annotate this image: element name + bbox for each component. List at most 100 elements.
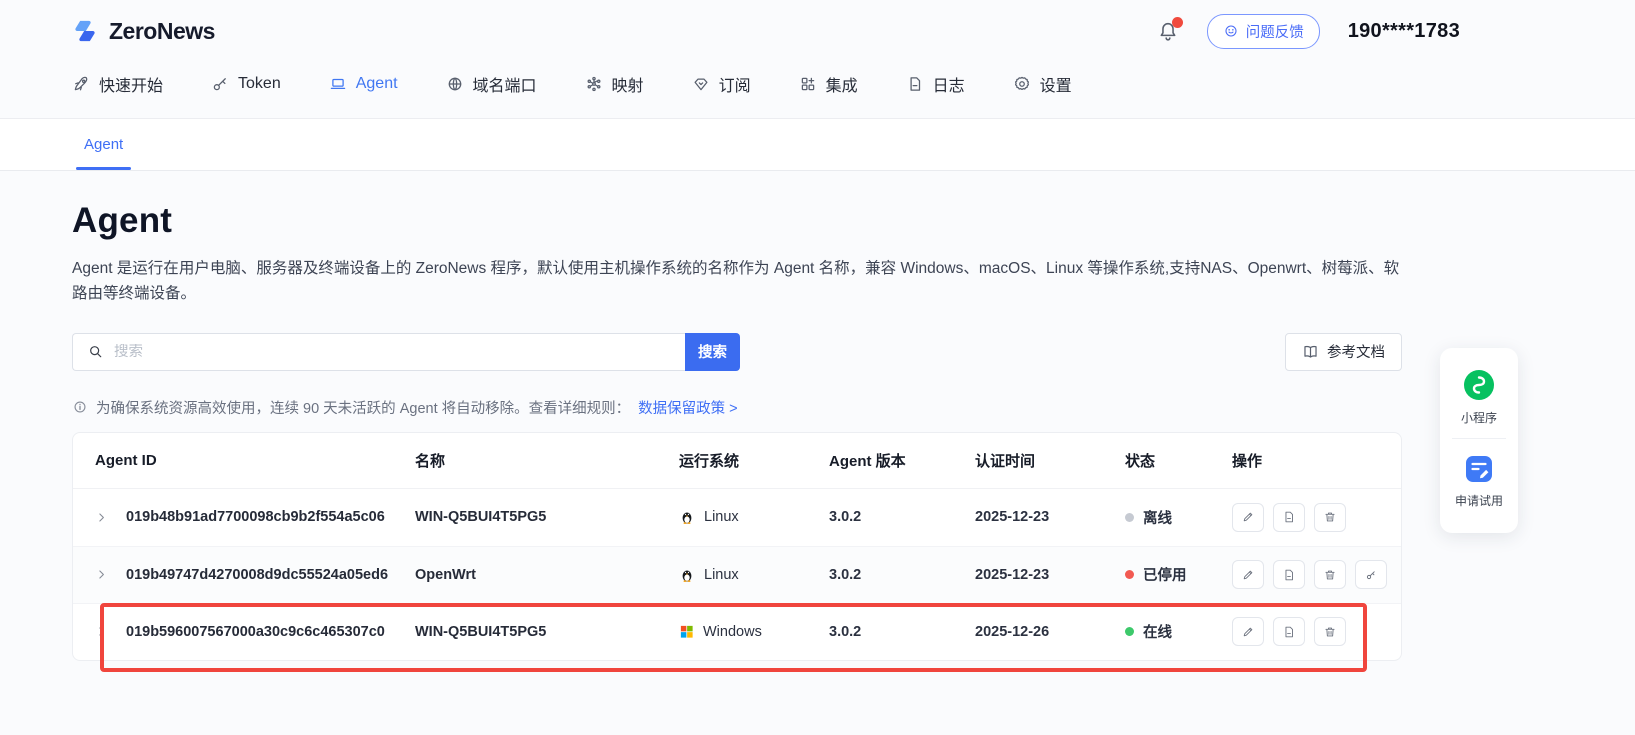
auth-time: 2025-12-23 — [975, 509, 1125, 525]
subtab-label: Agent — [84, 136, 123, 153]
nav-item-subscription[interactable]: 订阅 — [692, 72, 751, 96]
expand-chevron-icon[interactable] — [95, 568, 108, 581]
nav-item-mapping[interactable]: 映射 — [585, 72, 644, 96]
subtab-strip: Agent — [0, 118, 1635, 171]
nav-label: 域名端口 — [473, 72, 537, 96]
table-row: 019b596007567000a30c9c6c465307c0 WIN-Q5B… — [73, 603, 1401, 660]
linux-icon — [679, 509, 695, 525]
account-phone[interactable]: 190****1783 — [1348, 20, 1460, 43]
edit-button[interactable] — [1232, 560, 1264, 589]
nav-item-logs[interactable]: 日志 — [906, 72, 965, 96]
key-square-icon — [1364, 568, 1378, 582]
notification-badge — [1172, 17, 1183, 28]
smiley-icon — [1223, 23, 1239, 39]
page-content: Agent Agent 是运行在用户电脑、服务器及终端设备上的 ZeroNews… — [0, 171, 1402, 661]
file-icon — [1282, 625, 1296, 639]
floating-side-panel: 小程序 申请试用 — [1440, 348, 1518, 533]
pencil-icon — [1241, 568, 1255, 582]
credential-button[interactable] — [1355, 560, 1387, 589]
auth-time: 2025-12-23 — [975, 567, 1125, 583]
feedback-button[interactable]: 问题反馈 — [1207, 14, 1320, 49]
main-nav: 快速开始 Token Agent 域名端口 映射 订阅 集成 日志 设置 — [0, 62, 1635, 118]
page-description: Agent 是运行在用户电脑、服务器及终端设备上的 ZeroNews 程序，默认… — [72, 257, 1402, 307]
log-button[interactable] — [1273, 617, 1305, 646]
edit-button[interactable] — [1232, 503, 1264, 532]
auth-time: 2025-12-26 — [975, 624, 1125, 640]
search-box — [72, 333, 685, 371]
integration-icon — [799, 75, 817, 93]
windows-icon — [679, 624, 694, 639]
rocket-icon — [72, 75, 90, 93]
nav-item-token[interactable]: Token — [211, 75, 281, 93]
os-label: Windows — [703, 624, 762, 640]
log-button[interactable] — [1273, 503, 1305, 532]
subtab-agent[interactable]: Agent — [80, 119, 127, 170]
search-icon — [87, 343, 104, 360]
brand-name: ZeroNews — [109, 18, 215, 45]
gem-icon — [692, 75, 710, 93]
status-label: 已停用 — [1143, 564, 1187, 585]
retention-policy-link[interactable]: 数据保留政策 > — [638, 397, 738, 418]
status-dot — [1125, 513, 1134, 522]
log-file-icon — [906, 75, 924, 93]
nav-label: 设置 — [1040, 72, 1072, 96]
delete-button[interactable] — [1314, 560, 1346, 589]
nav-label: Agent — [356, 75, 398, 93]
search-button[interactable]: 搜索 — [685, 333, 740, 371]
notification-bell-icon[interactable] — [1157, 20, 1179, 42]
brand-logo[interactable]: ZeroNews — [70, 16, 215, 46]
expand-chevron-icon[interactable] — [95, 511, 108, 524]
laptop-icon — [329, 75, 347, 93]
gear-icon — [1013, 75, 1031, 93]
log-button[interactable] — [1273, 560, 1305, 589]
agent-id: 019b49747d4270008d9dc55524a05ed6 — [126, 567, 388, 583]
retention-notice: 为确保系统资源高效使用，连续 90 天未活跃的 Agent 将自动移除。查看详细… — [72, 397, 1402, 418]
trial-icon — [1463, 453, 1495, 485]
col-version: Agent 版本 — [829, 450, 975, 471]
panel-divider — [1452, 438, 1506, 439]
nav-item-domain-port[interactable]: 域名端口 — [446, 72, 537, 96]
nav-label: 映射 — [612, 72, 644, 96]
agent-table: Agent ID 名称 运行系统 Agent 版本 认证时间 状态 操作 019… — [72, 432, 1402, 661]
key-icon — [211, 75, 229, 93]
status-label: 在线 — [1143, 621, 1172, 642]
nav-item-quickstart[interactable]: 快速开始 — [72, 72, 163, 96]
os-label: Linux — [704, 567, 739, 583]
col-os: 运行系统 — [679, 450, 829, 471]
trial-entry[interactable]: 申请试用 — [1440, 447, 1518, 519]
delete-button[interactable] — [1314, 503, 1346, 532]
status-label: 离线 — [1143, 507, 1172, 528]
agent-version: 3.0.2 — [829, 567, 975, 583]
file-icon — [1282, 568, 1296, 582]
search-input[interactable] — [114, 344, 671, 360]
docs-button-label: 参考文档 — [1327, 341, 1385, 362]
nav-item-agent[interactable]: Agent — [329, 75, 398, 93]
miniprogram-label: 小程序 — [1461, 409, 1497, 426]
status-dot — [1125, 627, 1134, 636]
miniprogram-entry[interactable]: 小程序 — [1440, 362, 1518, 436]
reference-docs-button[interactable]: 参考文档 — [1285, 333, 1402, 371]
nav-label: 快速开始 — [99, 72, 163, 96]
nav-label: 订阅 — [719, 72, 751, 96]
nav-label: Token — [238, 75, 281, 93]
expand-chevron-icon[interactable] — [95, 625, 108, 638]
nav-item-settings[interactable]: 设置 — [1013, 72, 1072, 96]
nav-label: 日志 — [933, 72, 965, 96]
nav-item-integration[interactable]: 集成 — [799, 72, 858, 96]
subtab-active-underline — [76, 167, 131, 170]
agent-version: 3.0.2 — [829, 624, 975, 640]
trash-icon — [1323, 510, 1337, 524]
delete-button[interactable] — [1314, 617, 1346, 646]
file-icon — [1282, 510, 1296, 524]
page-title: Agent — [72, 201, 1402, 241]
status-dot — [1125, 570, 1134, 579]
edit-button[interactable] — [1232, 617, 1264, 646]
search-group: 搜索 — [72, 333, 740, 371]
miniprogram-icon — [1462, 368, 1496, 402]
os-label: Linux — [704, 509, 739, 525]
table-row: 019b48b91ad7700098cb9b2f554a5c06 WIN-Q5B… — [73, 489, 1401, 546]
toolbar: 搜索 参考文档 — [72, 333, 1402, 371]
mapping-icon — [585, 75, 603, 93]
table-header-row: Agent ID 名称 运行系统 Agent 版本 认证时间 状态 操作 — [73, 433, 1401, 489]
agent-id: 019b596007567000a30c9c6c465307c0 — [126, 624, 385, 640]
